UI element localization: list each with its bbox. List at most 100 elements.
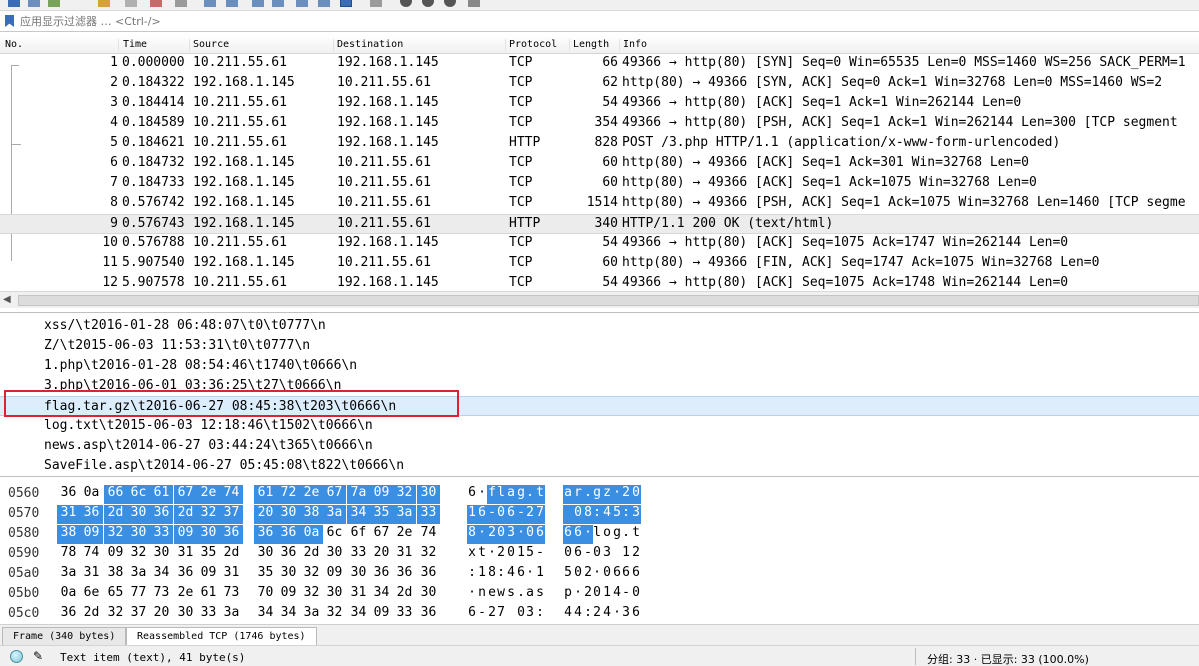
packet-list-scrollbar[interactable]: ◀: [0, 291, 1199, 308]
first-packet-icon[interactable]: [296, 0, 308, 7]
packet-row[interactable]: 10 0.576788 10.211.55.61 192.168.1.145 TCP 54…: [0, 234, 1199, 254]
ascii-char[interactable]: 3: [602, 545, 612, 564]
zoom-in-icon[interactable]: [400, 0, 412, 7]
scrollbar-thumb[interactable]: [18, 295, 1199, 306]
ascii-char[interactable]: 7: [535, 505, 545, 524]
column-header-source[interactable]: Source: [193, 39, 334, 51]
ascii-char[interactable]: 6: [467, 485, 477, 504]
hex-byte[interactable]: 6e: [80, 585, 103, 604]
packet-row[interactable]: 11 5.907540 192.168.1.145 10.211.55.61 TCP 60…: [0, 254, 1199, 274]
ascii-char[interactable]: 6: [467, 605, 477, 624]
expert-info-icon[interactable]: [10, 650, 23, 663]
hex-byte[interactable]: 09: [174, 525, 197, 544]
hex-byte[interactable]: 09: [197, 565, 220, 584]
packet-row[interactable]: 9 0.576743 192.168.1.145 10.211.55.61 HTTP 34…: [0, 214, 1199, 234]
ascii-char[interactable]: t: [535, 485, 545, 504]
hex-byte[interactable]: 36: [393, 565, 416, 584]
hex-byte[interactable]: 20: [370, 545, 393, 564]
ascii-char[interactable]: -: [477, 605, 487, 624]
ascii-char[interactable]: 0: [496, 525, 506, 544]
ascii-char[interactable]: ·: [525, 565, 535, 584]
ascii-char[interactable]: x: [467, 545, 477, 564]
hex-byte[interactable]: 0a: [57, 585, 80, 604]
hex-byte[interactable]: 67: [174, 485, 197, 504]
hex-byte[interactable]: 77: [127, 585, 150, 604]
ascii-char[interactable]: 8: [467, 525, 477, 544]
hex-byte[interactable]: 32: [197, 505, 220, 524]
ascii-char[interactable]: 0: [631, 485, 641, 504]
ascii-char[interactable]: l: [592, 525, 602, 544]
ascii-char[interactable]: ·: [477, 525, 487, 544]
column-header-length[interactable]: Length: [573, 39, 620, 51]
hex-byte[interactable]: 3a: [393, 505, 416, 524]
hex-byte[interactable]: 30: [347, 565, 370, 584]
ascii-char[interactable]: g: [592, 485, 602, 504]
tab-frame[interactable]: Frame (340 bytes): [2, 627, 127, 645]
ascii-char[interactable]: 1: [467, 505, 477, 524]
ascii-char[interactable]: ·: [573, 585, 583, 604]
ascii-char[interactable]: 0: [602, 565, 612, 584]
ascii-char[interactable]: 7: [496, 605, 506, 624]
hex-byte[interactable]: 33: [197, 605, 220, 624]
hex-byte[interactable]: 6f: [347, 525, 370, 544]
hex-byte[interactable]: 33: [150, 525, 173, 544]
hex-byte[interactable]: 33: [393, 605, 416, 624]
stop-capture-icon[interactable]: [28, 0, 40, 7]
hex-byte[interactable]: 30: [174, 605, 197, 624]
ascii-char[interactable]: 1: [477, 565, 487, 584]
column-header-info[interactable]: Info: [623, 39, 1193, 51]
restart-capture-icon[interactable]: [48, 0, 60, 7]
hex-byte[interactable]: 2e: [197, 485, 220, 504]
hex-byte[interactable]: 2e: [174, 585, 197, 604]
zoom-reset-icon[interactable]: [444, 0, 456, 7]
ascii-char[interactable]: ·: [467, 585, 477, 604]
reload-icon[interactable]: [175, 0, 187, 7]
ascii-char[interactable]: 4: [563, 605, 573, 624]
hex-byte[interactable]: 74: [417, 525, 440, 544]
hex-byte[interactable]: 31: [80, 565, 103, 584]
close-file-icon[interactable]: [150, 0, 162, 7]
packet-row[interactable]: 4 0.184589 10.211.55.61 192.168.1.145 TCP 354…: [0, 114, 1199, 134]
ascii-char[interactable]: 5: [525, 545, 535, 564]
ascii-char[interactable]: :: [621, 505, 631, 524]
hex-byte[interactable]: 78: [57, 545, 80, 564]
detail-line[interactable]: log.txt\t2015-06-03 12:18:46\t1502\t0666…: [0, 416, 1199, 436]
packet-row[interactable]: 7 0.184733 192.168.1.145 10.211.55.61 TCP 60 h…: [0, 174, 1199, 194]
column-header-time[interactable]: Time: [123, 39, 190, 51]
hex-byte[interactable]: 73: [150, 585, 173, 604]
hex-byte[interactable]: 09: [370, 485, 393, 504]
packet-row[interactable]: 3 0.184414 10.211.55.61 192.168.1.145 TCP 54 4…: [0, 94, 1199, 114]
ascii-char[interactable]: 1: [621, 545, 631, 564]
hex-byte[interactable]: 09: [80, 525, 103, 544]
edit-comment-icon[interactable]: ✎: [33, 649, 43, 663]
hex-byte[interactable]: 6c: [323, 525, 346, 544]
hex-byte[interactable]: 2d: [220, 545, 243, 564]
hex-byte[interactable]: 74: [220, 485, 243, 504]
hex-byte[interactable]: 30: [150, 545, 173, 564]
packet-row[interactable]: 2 0.184322 192.168.1.145 10.211.55.61 TCP 62 h…: [0, 74, 1199, 94]
ascii-char[interactable]: a: [506, 485, 516, 504]
hex-byte[interactable]: 36: [277, 525, 300, 544]
ascii-char[interactable]: t: [631, 525, 641, 544]
ascii-char[interactable]: -: [621, 585, 631, 604]
ascii-char[interactable]: 0: [573, 565, 583, 584]
hex-byte[interactable]: 20: [254, 505, 277, 524]
ascii-char[interactable]: 4: [602, 505, 612, 524]
hex-byte[interactable]: 36: [150, 505, 173, 524]
detail-line[interactable]: xss/\t2016-01-28 06:48:07\t0\t0777\n: [0, 316, 1199, 336]
hex-byte[interactable]: 32: [104, 605, 127, 624]
hex-byte[interactable]: 2e: [393, 525, 416, 544]
ascii-char[interactable]: 3: [525, 605, 535, 624]
hex-byte[interactable]: 6c: [127, 485, 150, 504]
hex-byte[interactable]: 2d: [393, 585, 416, 604]
hex-byte[interactable]: 31: [393, 545, 416, 564]
hex-byte[interactable]: 30: [323, 585, 346, 604]
hex-byte[interactable]: 36: [417, 605, 440, 624]
hex-byte[interactable]: 0a: [80, 485, 103, 504]
go-to-packet-icon[interactable]: [272, 0, 284, 7]
hex-byte[interactable]: 34: [347, 505, 370, 524]
hex-byte[interactable]: 2d: [80, 605, 103, 624]
hex-byte[interactable]: 09: [104, 545, 127, 564]
ascii-char[interactable]: 6: [506, 505, 516, 524]
hex-byte[interactable]: 37: [220, 505, 243, 524]
